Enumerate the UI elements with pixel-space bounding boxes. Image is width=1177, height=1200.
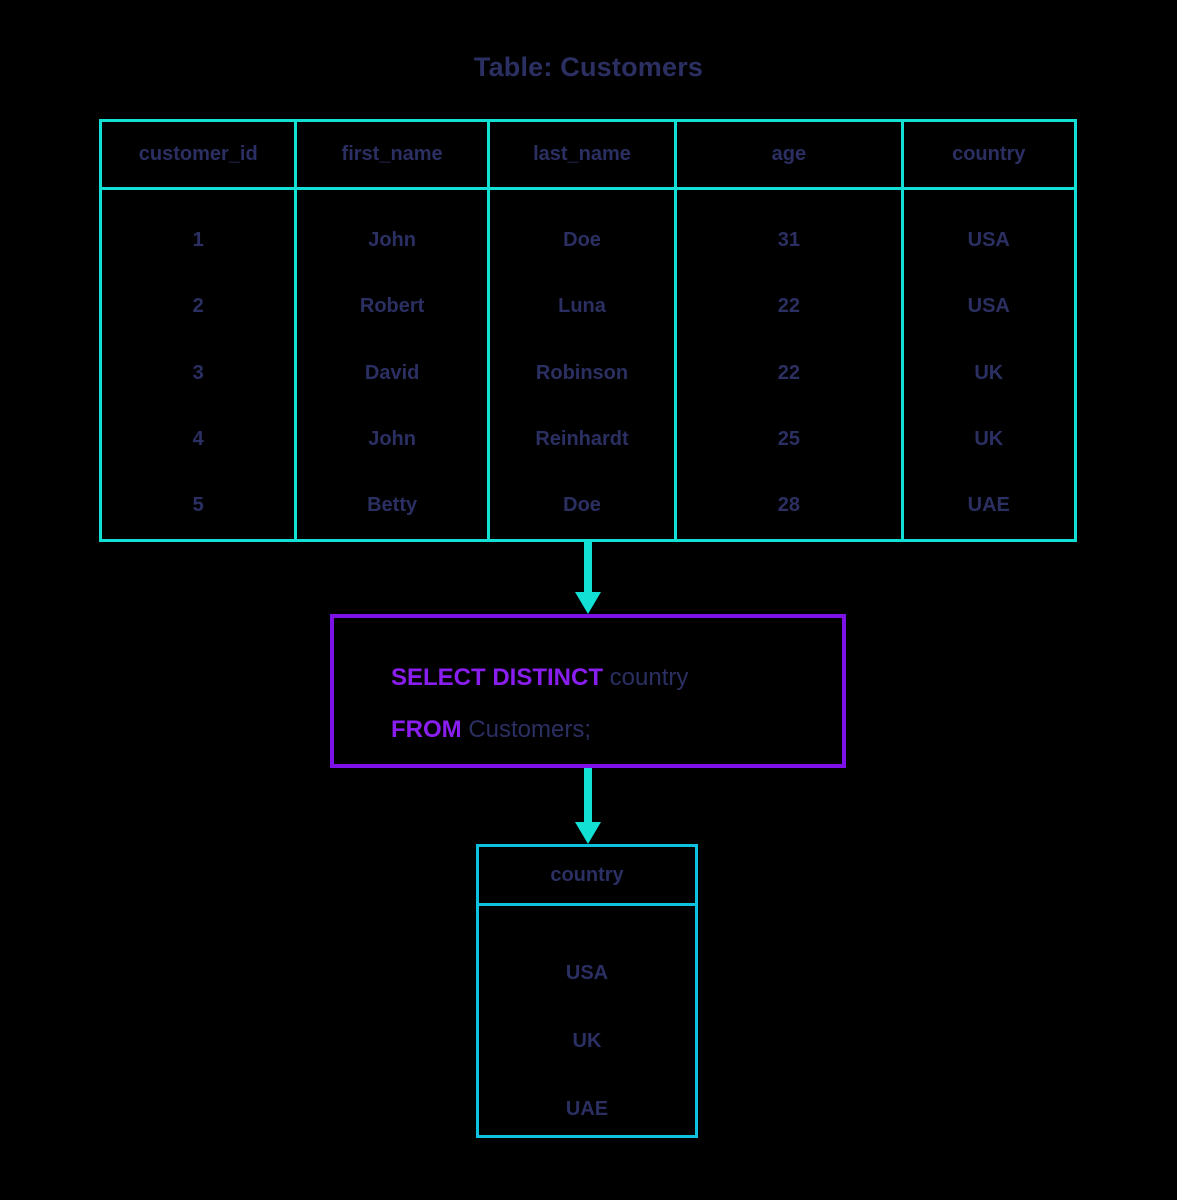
- table-cell: 28: [777, 494, 800, 517]
- arrow-down-icon-table-to-query: [575, 542, 601, 614]
- table-cell: Reinhardt: [535, 427, 629, 450]
- table-cell: Robert: [359, 295, 425, 318]
- table-cell: John: [368, 427, 416, 450]
- column-header-label: country: [952, 143, 1026, 165]
- table-cell: 2: [192, 295, 204, 318]
- table-cell: Robinson: [535, 361, 629, 384]
- table-cell: 3: [192, 361, 204, 384]
- table-cell: UK: [974, 361, 1004, 384]
- arrow-shaft: [584, 768, 592, 824]
- result-cell: USA: [565, 961, 609, 984]
- table-cell: 22: [777, 295, 800, 318]
- table-cell: 31: [777, 228, 800, 251]
- table-cell: David: [364, 361, 420, 384]
- source-column-customer-id: 1 2 3 4 5: [102, 190, 298, 539]
- diagram-canvas: Table: Customers customer_id first_name …: [0, 0, 1177, 1200]
- arrow-head: [575, 592, 601, 614]
- column-header-label: age: [771, 143, 807, 165]
- table-cell: USA: [967, 295, 1010, 318]
- source-table-body: 1 2 3 4 5 John Robert David John Betty D…: [102, 190, 1074, 539]
- source-header-cell-country: country: [904, 122, 1074, 187]
- source-header-cell-customer-id: customer_id: [102, 122, 298, 187]
- table-cell: USA: [967, 228, 1010, 251]
- result-cell: UK: [572, 1029, 602, 1052]
- table-cell: Doe: [563, 494, 601, 517]
- source-column-country: USA USA UK UK UAE: [904, 190, 1074, 539]
- result-cell: UAE: [565, 1097, 609, 1120]
- sql-keyword: SELECT DISTINCT: [391, 664, 604, 691]
- table-cell: 1: [192, 228, 204, 251]
- column-header-label: first_name: [341, 143, 443, 165]
- result-table: country USA UK UAE: [476, 844, 698, 1138]
- sql-query-box: SELECT DISTINCT country FROM Customers;: [330, 614, 846, 768]
- result-table-body: USA UK UAE: [479, 906, 695, 1143]
- arrow-head: [575, 822, 601, 844]
- arrow-shaft: [584, 542, 592, 594]
- page-title: Table: Customers: [473, 52, 704, 82]
- sql-identifier: Customers;: [461, 716, 592, 743]
- source-column-first-name: John Robert David John Betty: [297, 190, 490, 539]
- table-cell: John: [368, 228, 416, 251]
- arrow-down-icon-query-to-result: [575, 768, 601, 844]
- source-header-cell-age: age: [677, 122, 904, 187]
- source-table: customer_id first_name last_name age cou…: [99, 119, 1077, 542]
- source-header-cell-first-name: first_name: [297, 122, 490, 187]
- table-cell: 4: [192, 427, 204, 450]
- source-header-cell-last-name: last_name: [490, 122, 678, 187]
- sql-keyword: FROM: [391, 716, 462, 743]
- sql-query-line-1: SELECT DISTINCT country: [391, 652, 842, 704]
- source-table-header-row: customer_id first_name last_name age cou…: [102, 122, 1074, 190]
- table-cell: UAE: [967, 494, 1010, 517]
- result-column-header-country: country: [479, 847, 695, 906]
- source-column-age: 31 22 22 25 28: [677, 190, 904, 539]
- table-cell: Doe: [563, 228, 601, 251]
- table-cell: 25: [777, 427, 800, 450]
- table-cell: Luna: [558, 295, 606, 318]
- column-header-label: customer_id: [138, 143, 258, 165]
- table-cell: UK: [974, 427, 1004, 450]
- column-header-label: last_name: [533, 143, 631, 165]
- sql-query-line-2: FROM Customers;: [391, 704, 842, 756]
- table-cell: Betty: [367, 494, 418, 517]
- table-cell: 5: [192, 494, 204, 517]
- sql-identifier: country: [603, 664, 689, 691]
- table-cell: 22: [777, 361, 800, 384]
- source-column-last-name: Doe Luna Robinson Reinhardt Doe: [490, 190, 678, 539]
